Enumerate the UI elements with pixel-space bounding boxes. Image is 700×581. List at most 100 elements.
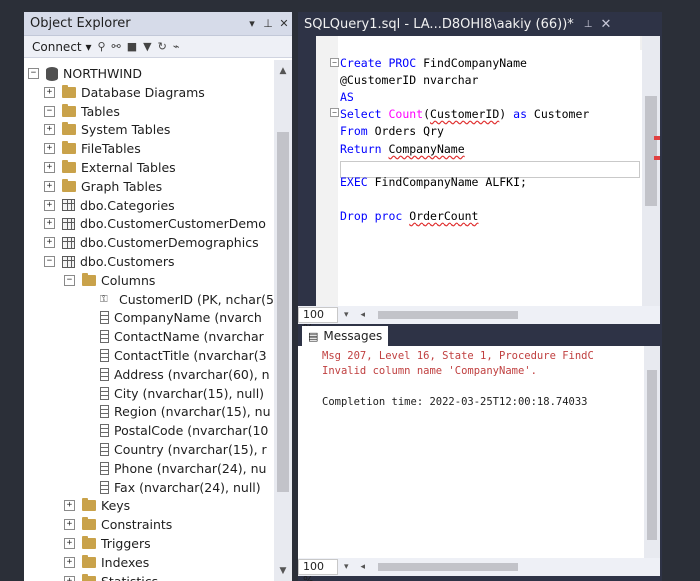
dropdown-icon[interactable]: ▾ <box>244 17 260 30</box>
scrollbar-thumb[interactable] <box>645 96 657 206</box>
tree-node[interactable]: − Columns <box>64 271 155 290</box>
folder-icon <box>82 554 96 568</box>
tree-node-label: FileTables <box>81 141 141 157</box>
tree-node[interactable]: PostalCode (nvarchar(10 <box>82 421 268 440</box>
code-line-6: Return CompanyName <box>340 142 465 156</box>
tree-node[interactable]: Address (nvarchar(60), n <box>82 365 270 384</box>
collapse-icon[interactable]: − <box>44 105 55 117</box>
tree-node[interactable]: City (nvarchar(15), null) <box>82 384 264 403</box>
tree-node[interactable]: ContactTitle (nvarchar(3 <box>82 346 267 365</box>
tree-node-label: CompanyName (nvarch <box>114 310 262 326</box>
zoom-select[interactable]: 100 % <box>298 307 338 335</box>
tree-node[interactable]: Region (nvarchar(15), nu <box>82 402 271 421</box>
zoom-select[interactable]: 100 % <box>298 559 338 581</box>
object-explorer-tree: − NORTHWIND + Database Diagrams − Tables + Syst… <box>24 60 274 581</box>
tree-node[interactable]: − NORTHWIND <box>28 64 142 83</box>
close-icon[interactable]: ✕ <box>276 17 292 30</box>
scroll-down-icon[interactable]: ▼ <box>274 566 292 576</box>
expand-icon[interactable]: + <box>44 199 55 211</box>
folder-icon <box>82 536 96 549</box>
messages-panel[interactable]: Msg 207, Level 16, State 1, Procedure Fi… <box>298 346 644 558</box>
tree-node-label: Triggers <box>101 536 151 551</box>
tree-node[interactable]: + System Tables <box>44 120 170 139</box>
expand-icon[interactable]: + <box>64 538 75 549</box>
collapse-icon[interactable]: − <box>44 256 55 267</box>
tree-node[interactable]: Country (nvarchar(15), r <box>82 440 267 459</box>
horizontal-scrollbar-thumb[interactable] <box>378 311 518 319</box>
collapse-icon[interactable]: − <box>28 68 39 79</box>
tree-node[interactable]: + Indexes <box>64 553 149 572</box>
tree-node[interactable]: + Graph Tables <box>44 177 162 196</box>
tree-node[interactable]: + External Tables <box>44 158 176 177</box>
disconnect-icon[interactable]: ⚯ <box>112 40 121 53</box>
column-icon <box>100 480 109 494</box>
expand-icon[interactable]: + <box>44 143 55 155</box>
activity-icon[interactable]: ⌁ <box>173 40 180 53</box>
messages-tab[interactable]: ▤ Messages <box>302 326 389 346</box>
chevron-down-icon[interactable]: ▾ <box>344 310 349 320</box>
folder-icon <box>62 103 76 117</box>
tree-node-label: Indexes <box>101 554 150 570</box>
tree-node-label: CustomerID (PK, nchar(5 <box>119 291 274 307</box>
expand-icon[interactable]: + <box>64 519 75 531</box>
messages-scrollbar[interactable] <box>644 346 660 558</box>
refresh-icon[interactable]: ↻ <box>158 40 167 53</box>
tree-node[interactable]: + dbo.CustomerDemographics <box>44 233 259 252</box>
sql-editor[interactable]: − − Create PROC FindCompanyName @Custome… <box>316 36 642 306</box>
tree-node[interactable]: − Tables <box>44 102 120 121</box>
object-explorer-panel: Object Explorer ▾ ⊥ ✕ Connect ▾ ⚲ ⚯ ■ ▼ … <box>24 12 292 581</box>
folder-icon <box>62 160 76 173</box>
expand-icon[interactable]: + <box>44 218 55 230</box>
fold-toggle-icon[interactable]: − <box>330 58 339 67</box>
tree-node[interactable]: ⚿ CustomerID (PK, nchar(5 <box>82 290 274 309</box>
close-icon[interactable]: ✕ <box>600 17 611 32</box>
tree-node[interactable]: + Statistics <box>64 572 158 581</box>
tree-node[interactable]: + Keys <box>64 496 130 515</box>
tree-node-label: City (nvarchar(15), null) <box>114 385 265 401</box>
tree-node[interactable]: + Constraints <box>64 515 172 534</box>
stop-icon[interactable]: ■ <box>127 40 137 53</box>
pin-icon[interactable]: ⊥ <box>260 17 276 30</box>
tree-node[interactable]: + dbo.CustomerCustomerDemo <box>44 214 266 233</box>
tree-node-label: dbo.CustomerCustomerDemo <box>80 216 266 232</box>
scroll-left-icon[interactable]: ◂ <box>361 310 366 320</box>
tree-node[interactable]: + Triggers <box>64 534 151 553</box>
tree-node[interactable]: Phone (nvarchar(24), nu <box>82 459 266 478</box>
pin-icon[interactable]: ⊥ <box>584 19 593 30</box>
scrollbar-thumb[interactable] <box>647 370 657 540</box>
editor-zoom-bar: 100 % ▾ ◂ <box>298 306 660 335</box>
connect-server-icon[interactable]: ⚲ <box>97 40 105 53</box>
scroll-left-icon[interactable]: ◂ <box>361 562 366 572</box>
tree-node[interactable]: + dbo.Categories <box>44 196 175 215</box>
tree-node[interactable]: − dbo.Customers <box>44 252 175 271</box>
expand-icon[interactable]: + <box>44 162 55 173</box>
tree-node[interactable]: + Database Diagrams <box>44 83 205 102</box>
connect-button[interactable]: Connect ▾ <box>32 40 91 54</box>
collapse-icon[interactable]: − <box>64 274 75 286</box>
editor-scrollbar[interactable] <box>642 36 660 306</box>
object-explorer-titlebar: Object Explorer ▾ ⊥ ✕ <box>24 12 292 36</box>
filter-icon[interactable]: ▼ <box>143 40 151 53</box>
folder-icon <box>82 573 96 581</box>
expand-icon[interactable]: + <box>44 237 55 249</box>
expand-icon[interactable]: + <box>44 180 55 192</box>
object-explorer-scrollbar[interactable]: ▲ ▼ <box>274 60 292 581</box>
folder-icon <box>62 84 76 98</box>
expand-icon[interactable]: + <box>44 124 55 136</box>
tree-node[interactable]: CompanyName (nvarch <box>82 308 262 327</box>
tree-node[interactable]: + FileTables <box>44 139 141 158</box>
keyword: From <box>340 124 368 138</box>
expand-icon[interactable]: + <box>64 575 75 581</box>
tree-node[interactable]: ContactName (nvarchar <box>82 327 264 346</box>
horizontal-scrollbar-thumb[interactable] <box>378 563 518 571</box>
tree-node-label: PostalCode (nvarchar(10 <box>114 423 269 439</box>
tree-node[interactable]: Fax (nvarchar(24), null) <box>82 478 261 497</box>
expand-icon[interactable]: + <box>44 86 55 98</box>
scrollbar-thumb[interactable] <box>277 132 289 492</box>
expand-icon[interactable]: + <box>64 556 75 568</box>
expand-icon[interactable]: + <box>64 500 75 512</box>
fold-toggle-icon[interactable]: − <box>330 108 339 117</box>
scroll-up-icon[interactable]: ▲ <box>274 66 292 76</box>
chevron-down-icon[interactable]: ▾ <box>344 562 349 572</box>
query-tab[interactable]: SQLQuery1.sql - LA...D8OHI8\aakiy (66))*… <box>298 12 662 36</box>
